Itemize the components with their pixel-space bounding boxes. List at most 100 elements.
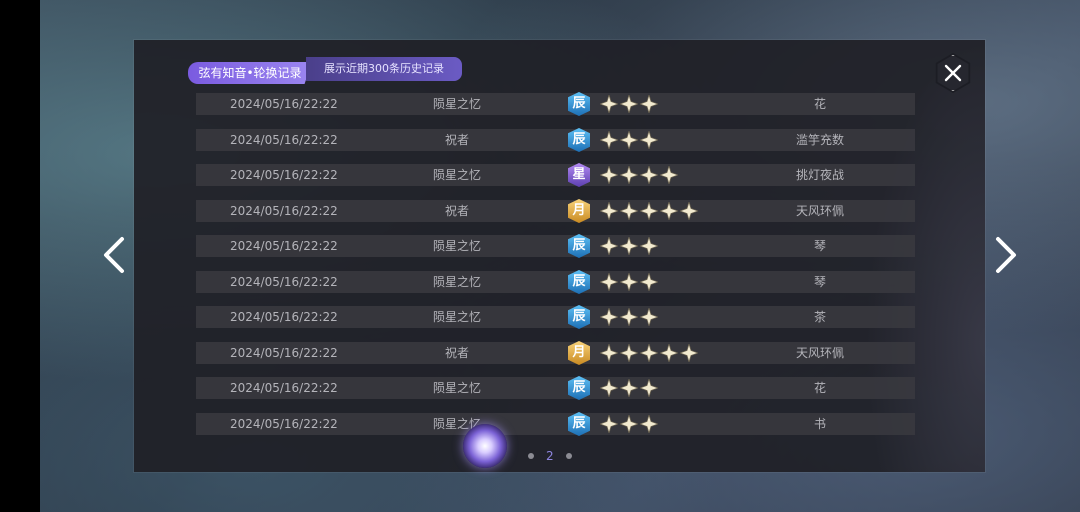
record-item-name: 书 (813, 417, 826, 431)
star-icon (600, 344, 618, 362)
rarity-badge-icon: 星 (568, 163, 590, 187)
record-item-name: 花 (813, 97, 826, 111)
record-source: 陨星之忆 (432, 168, 481, 182)
star-icon (680, 344, 698, 362)
rarity-stars (600, 95, 658, 113)
record-time: 2024/05/16/22:22 (230, 204, 338, 218)
record-time: 2024/05/16/22:22 (230, 133, 338, 147)
panel-subtitle: 展示近期300条历史记录 (306, 57, 462, 81)
star-icon (640, 379, 658, 397)
record-row: 2024/05/16/22:22 陨星之忆 辰 花 (196, 376, 915, 400)
star-icon (680, 202, 698, 220)
record-time: 2024/05/16/22:22 (230, 275, 338, 289)
star-icon (600, 166, 618, 184)
star-icon (640, 237, 658, 255)
rarity-stars (600, 379, 658, 397)
record-row: 2024/05/16/22:22 祝者 辰 滥竽充数 (196, 128, 915, 152)
star-icon (640, 166, 658, 184)
record-row: 2024/05/16/22:22 陨星之忆 辰 琴 (196, 234, 915, 258)
rarity-badge-icon: 辰 (568, 270, 590, 294)
rarity-badge-icon: 辰 (568, 128, 590, 152)
close-x-icon (944, 64, 962, 82)
record-source: 陨星之忆 (432, 275, 481, 289)
page-dot-next[interactable] (565, 453, 572, 459)
chevron-right-icon[interactable] (992, 235, 1020, 275)
record-item-name: 花 (813, 381, 826, 395)
record-time: 2024/05/16/22:22 (230, 381, 338, 395)
rarity-badge-icon: 月 (568, 199, 590, 223)
record-item-name: 琴 (813, 275, 826, 289)
rarity-stars (600, 308, 658, 326)
star-icon (600, 308, 618, 326)
record-row: 2024/05/16/22:22 祝者 月 天风环佩 (196, 341, 915, 365)
star-icon (640, 344, 658, 362)
record-item-name: 茶 (813, 310, 826, 324)
star-icon (640, 131, 658, 149)
star-icon (640, 273, 658, 291)
panel-title: 弦有知音•轮换记录 (188, 62, 312, 84)
record-source: 祝者 (444, 133, 469, 147)
record-source: 陨星之忆 (432, 239, 481, 253)
record-time: 2024/05/16/22:22 (230, 310, 338, 324)
star-icon (620, 202, 638, 220)
star-icon (640, 202, 658, 220)
rarity-stars (600, 237, 658, 255)
chevron-left-icon[interactable] (100, 235, 128, 275)
current-page: 2 (546, 449, 554, 463)
rarity-stars (600, 131, 658, 149)
record-item-name: 滥竽充数 (795, 133, 844, 147)
star-icon (600, 379, 618, 397)
record-row: 2024/05/16/22:22 陨星之忆 辰 琴 (196, 270, 915, 294)
record-source: 陨星之忆 (432, 97, 481, 111)
record-source: 祝者 (444, 346, 469, 360)
rarity-stars (600, 202, 698, 220)
star-icon (620, 166, 638, 184)
rarity-stars (600, 273, 658, 291)
star-icon (640, 308, 658, 326)
star-icon (620, 95, 638, 113)
star-icon (660, 202, 678, 220)
record-row: 2024/05/16/22:22 陨星之忆辰书 (196, 412, 915, 436)
record-source: 祝者 (444, 204, 469, 218)
star-icon (600, 273, 618, 291)
record-time: 2024/05/16/22:22 (230, 97, 338, 111)
star-icon (640, 95, 658, 113)
record-row: 2024/05/16/22:22 陨星之忆 星 挑灯夜战 (196, 163, 915, 187)
rarity-stars (600, 344, 698, 362)
star-icon (600, 237, 618, 255)
sparkle-orb-icon[interactable] (463, 424, 507, 468)
record-item-name: 挑灯夜战 (795, 168, 844, 182)
record-source: 陨星之忆 (432, 381, 481, 395)
page-dot-prev[interactable] (528, 453, 534, 459)
rarity-badge-icon: 月 (568, 341, 590, 365)
record-time: 2024/05/16/22:22 (230, 239, 338, 253)
star-icon (620, 415, 638, 433)
star-icon (600, 131, 618, 149)
rarity-badge-icon: 辰 (568, 412, 590, 436)
star-icon (620, 131, 638, 149)
star-icon (620, 344, 638, 362)
record-item-name: 天风环佩 (795, 204, 844, 218)
record-time: 2024/05/16/22:22 (230, 417, 338, 431)
star-icon (620, 379, 638, 397)
record-row: 2024/05/16/22:22 陨星之忆 辰 花 (196, 92, 915, 116)
star-icon (660, 344, 678, 362)
rarity-stars (600, 415, 658, 433)
rarity-badge-icon: 辰 (568, 305, 590, 329)
star-icon (600, 415, 618, 433)
record-row: 2024/05/16/22:22 陨星之忆 辰 茶 (196, 305, 915, 329)
star-icon (600, 95, 618, 113)
record-time: 2024/05/16/22:22 (230, 346, 338, 360)
star-icon (640, 415, 658, 433)
left-letterbox (0, 0, 40, 512)
rarity-badge-icon: 辰 (568, 234, 590, 258)
star-icon (620, 273, 638, 291)
star-icon (620, 237, 638, 255)
rarity-stars (600, 166, 678, 184)
rarity-badge-icon: 辰 (568, 92, 590, 116)
record-source: 陨星之忆 (432, 310, 481, 324)
pagination: 2 (528, 448, 572, 464)
record-item-name: 琴 (813, 239, 826, 253)
record-row: 2024/05/16/22:22 祝者 月 天风环佩 (196, 199, 915, 223)
star-icon (620, 308, 638, 326)
